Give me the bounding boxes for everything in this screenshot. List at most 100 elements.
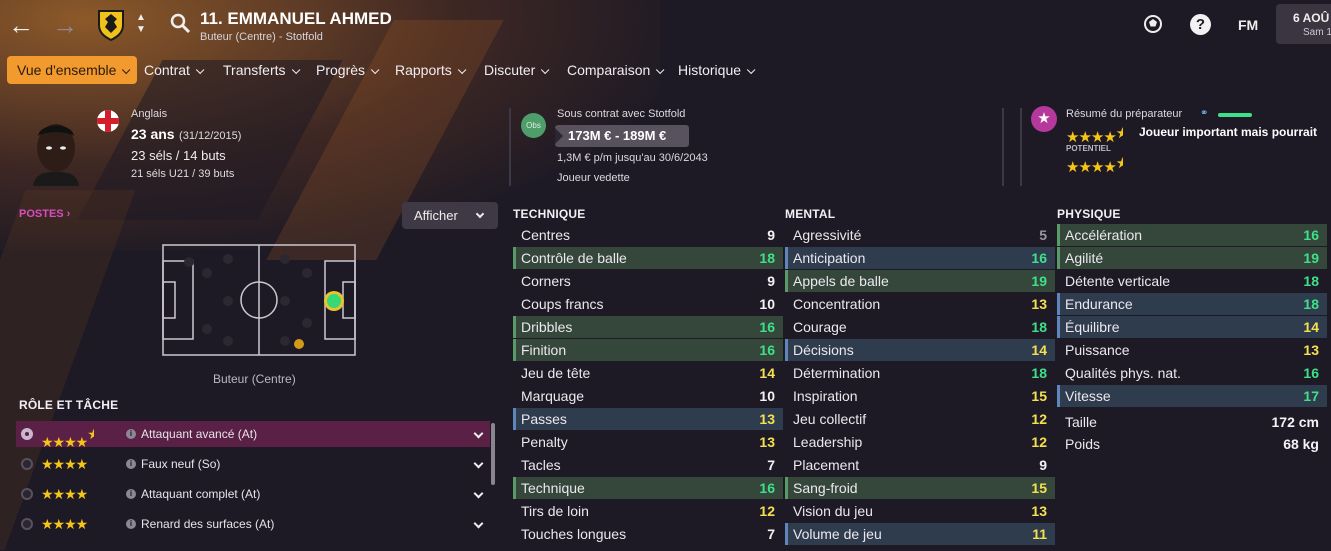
attribute-row[interactable]: Passes 13	[513, 408, 783, 430]
chevron-down-icon[interactable]	[473, 428, 484, 439]
attribute-row[interactable]: Penalty 13	[513, 431, 783, 453]
positions-heading[interactable]: POSTES ›	[19, 208, 70, 220]
role-row[interactable]: ★★★★ i Faux neuf (So)	[16, 451, 490, 477]
attribute-row[interactable]: Détente verticale 18	[1057, 270, 1327, 292]
attribute-name: Jeu collectif	[793, 411, 867, 427]
attribute-row[interactable]: Puissance 13	[1057, 339, 1327, 361]
date-weekday: Sam 1	[1303, 27, 1331, 38]
attribute-row[interactable]: Volume de jeu 11	[785, 523, 1055, 545]
info-icon[interactable]: i	[126, 519, 136, 529]
player-birthdate: (31/12/2015)	[179, 130, 242, 142]
attribute-row[interactable]: Jeu de tête 14	[513, 362, 783, 384]
tab-contract[interactable]: Contrat	[144, 56, 205, 84]
attribute-row[interactable]: Inspiration 15	[785, 385, 1055, 407]
transfer-value[interactable]: 173M € - 189M €	[555, 125, 689, 147]
attribute-row[interactable]: Décisions 14	[785, 339, 1055, 361]
attribute-row[interactable]: Concentration 13	[785, 293, 1055, 315]
physique-heading: PHYSIQUE	[1057, 207, 1121, 221]
role-radio[interactable]	[21, 458, 33, 470]
back-arrow-icon[interactable]: ←	[6, 10, 36, 40]
attribute-row[interactable]: Accélération 16	[1057, 224, 1327, 246]
attribute-row[interactable]: Marquage 10	[513, 385, 783, 407]
role-row[interactable]: ★★★★ i Renard des surfaces (At)	[16, 511, 490, 537]
attribute-name: Penalty	[521, 434, 568, 450]
potential-stars: ★★★★★	[1066, 155, 1123, 176]
attribute-row[interactable]: Qualités phys. nat. 16	[1057, 362, 1327, 384]
nationality: Anglais	[131, 108, 168, 120]
attribute-value: 15	[1031, 480, 1047, 496]
attribute-row[interactable]: Technique 16	[513, 477, 783, 499]
attribute-row[interactable]: Touches longues 7	[513, 523, 783, 545]
attribute-row[interactable]: Équilibre 14	[1057, 316, 1327, 338]
role-row[interactable]: ★★★★ i Attaquant complet (At)	[16, 481, 490, 507]
attribute-value: 7	[767, 526, 775, 542]
attribute-name: Marquage	[521, 388, 585, 404]
role-radio[interactable]	[21, 428, 33, 440]
attribute-row[interactable]: Contrôle de balle 18	[513, 247, 783, 269]
attribute-row[interactable]: Vitesse 17	[1057, 385, 1327, 407]
attribute-name: Sang-froid	[793, 480, 858, 496]
attribute-row[interactable]: Agilité 19	[1057, 247, 1327, 269]
attribute-value: 14	[1031, 342, 1047, 358]
attribute-row[interactable]: Détermination 18	[785, 362, 1055, 384]
primary-position-dot	[324, 291, 344, 311]
role-stars: ★★★★	[41, 486, 88, 502]
attribute-row[interactable]: Appels de balle 19	[785, 270, 1055, 292]
attribute-row[interactable]: Centres 9	[513, 224, 783, 246]
role-radio[interactable]	[21, 518, 33, 530]
attribute-value: 13	[759, 411, 775, 427]
attribute-row[interactable]: Dribbles 16	[513, 316, 783, 338]
attribute-row[interactable]: Finition 16	[513, 339, 783, 361]
tab-history[interactable]: Historique	[678, 56, 756, 84]
role-row[interactable]: ★★★★★ i Attaquant avancé (At)	[16, 421, 490, 450]
tab-discuss[interactable]: Discuter	[484, 56, 550, 84]
info-icon[interactable]: i	[126, 489, 136, 499]
info-icon[interactable]: i	[126, 459, 136, 469]
chevron-down-icon[interactable]	[473, 518, 484, 529]
player-title: 11. EMMANUEL AHMED	[200, 9, 392, 28]
football-icon[interactable]	[1143, 14, 1163, 34]
attribute-value: 16	[1031, 250, 1047, 266]
role-radio[interactable]	[21, 488, 33, 500]
tab-transfers[interactable]: Transferts	[223, 56, 300, 84]
attribute-name: Tacles	[521, 457, 561, 473]
attribute-row[interactable]: Vision du jeu 13	[785, 500, 1055, 522]
date-day: 6 AOÛ	[1293, 11, 1330, 25]
attribute-row[interactable]: Agressivité 5	[785, 224, 1055, 246]
tab-comparison[interactable]: Comparaison	[567, 56, 665, 84]
attribute-row[interactable]: Leadership 12	[785, 431, 1055, 453]
forward-arrow-icon[interactable]: →	[50, 10, 80, 40]
search-icon[interactable]	[170, 13, 192, 35]
info-icon[interactable]: i	[126, 429, 136, 439]
attribute-name: Endurance	[1065, 296, 1133, 312]
help-icon[interactable]: ?	[1190, 14, 1211, 35]
role-stars: ★★★★	[41, 516, 88, 532]
chevron-down-icon[interactable]	[473, 488, 484, 499]
attribute-row[interactable]: Anticipation 16	[785, 247, 1055, 269]
squad-role: Joueur vedette	[557, 172, 630, 184]
show-dropdown[interactable]: Afficher	[402, 202, 498, 229]
tab-reports[interactable]: Rapports	[395, 56, 467, 84]
attribute-row[interactable]: Corners 9	[513, 270, 783, 292]
tab-progress[interactable]: Progrès	[316, 56, 380, 84]
attribute-row[interactable]: Courage 18	[785, 316, 1055, 338]
attribute-row[interactable]: Tirs de loin 12	[513, 500, 783, 522]
attribute-value: 14	[1303, 319, 1319, 335]
role-name: Faux neuf (So)	[141, 457, 221, 471]
attribute-name: Touches longues	[521, 526, 627, 542]
tab-overview[interactable]: Vue d'ensemble	[7, 56, 138, 84]
attribute-name: Leadership	[793, 434, 863, 450]
attribute-row[interactable]: Tacles 7	[513, 454, 783, 476]
attribute-value: 18	[1031, 365, 1047, 381]
attribute-row[interactable]: Placement 9	[785, 454, 1055, 476]
attribute-value: 9	[767, 273, 775, 289]
attribute-row[interactable]: Endurance 18	[1057, 293, 1327, 315]
club-switch-icon[interactable]: ▲ ▼	[134, 12, 148, 40]
attribute-row[interactable]: Sang-froid 15	[785, 477, 1055, 499]
attribute-row[interactable]: Jeu collectif 12	[785, 408, 1055, 430]
fm-menu-button[interactable]: FM	[1238, 17, 1258, 33]
chevron-down-icon[interactable]	[473, 458, 484, 469]
date-panel[interactable]: 6 AOÛ Sam 1	[1276, 4, 1331, 44]
roles-scrollbar[interactable]	[491, 423, 495, 485]
attribute-row[interactable]: Coups francs 10	[513, 293, 783, 315]
